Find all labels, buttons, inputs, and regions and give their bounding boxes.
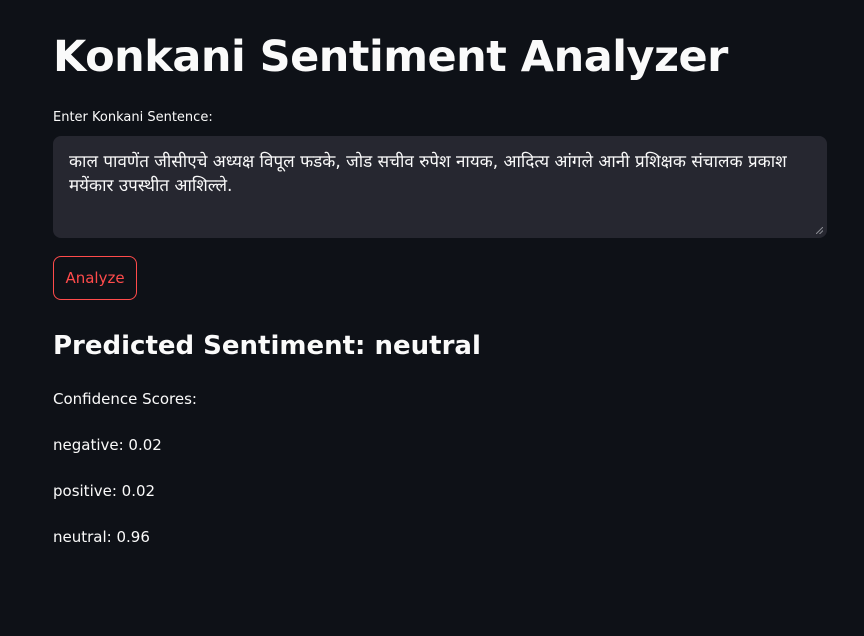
predicted-sentiment-heading: Predicted Sentiment: neutral [53, 331, 481, 361]
confidence-scores-label: Confidence Scores: [53, 390, 197, 408]
sentence-input-value: काल पावणेंत जीसीएचे अध्यक्ष विपूल फडके, … [69, 152, 787, 196]
sentence-input[interactable]: काल पावणेंत जीसीएचे अध्यक्ष विपूल फडके, … [53, 136, 827, 238]
app-container: Konkani Sentiment Analyzer Enter Konkani… [0, 0, 864, 636]
score-negative: negative: 0.02 [53, 436, 162, 454]
score-positive: positive: 0.02 [53, 482, 156, 500]
sentence-input-label: Enter Konkani Sentence: [53, 110, 213, 125]
analyze-button[interactable]: Analyze [53, 256, 137, 300]
resize-handle-icon[interactable] [816, 227, 823, 234]
page-title: Konkani Sentiment Analyzer [53, 32, 728, 82]
score-neutral: neutral: 0.96 [53, 528, 150, 546]
